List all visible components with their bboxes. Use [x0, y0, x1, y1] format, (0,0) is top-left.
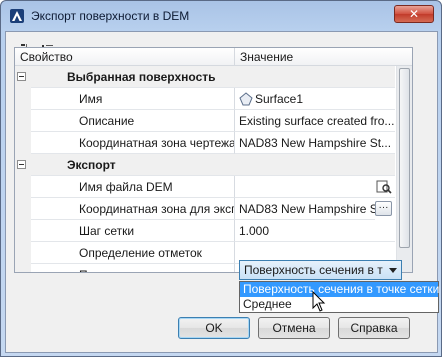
property-value[interactable]: Existing surface created fro...: [235, 110, 395, 132]
property-row-dem-filename[interactable]: Имя файла DEM: [15, 176, 395, 198]
surface-icon: [239, 92, 253, 106]
close-icon: ✕: [408, 7, 420, 21]
property-row-grid-step[interactable]: Шаг сетки 1.000: [15, 220, 395, 242]
row-gutter: [15, 264, 31, 272]
property-row-description[interactable]: Описание Existing surface created fro...: [15, 110, 395, 132]
elevation-dropdown-list: Поверхность сечения в точке сетки Средне…: [239, 281, 439, 313]
property-label: Координатная зона для эксп...: [31, 198, 235, 220]
category-label: Экспорт: [31, 154, 395, 176]
row-gutter: [15, 132, 31, 154]
property-value[interactable]: NAD83 New Hampshire Sta...: [235, 198, 375, 220]
collapse-toggle[interactable]: [17, 72, 26, 81]
property-value[interactable]: [235, 176, 395, 198]
property-value[interactable]: NAD83 New Hampshire St...: [235, 132, 395, 154]
scrollbar-thumb[interactable]: [399, 68, 410, 248]
ellipsis-button[interactable]: ···: [375, 201, 392, 216]
property-label: Имя файла DEM: [31, 176, 235, 198]
collapse-toggle[interactable]: [17, 160, 26, 169]
category-row-selected-surface[interactable]: Выбранная поверхность: [15, 66, 395, 88]
property-label: Координатная зона чертежа: [31, 132, 235, 154]
chevron-down-icon[interactable]: [389, 268, 397, 273]
property-label: Имя: [31, 88, 235, 110]
ok-button[interactable]: OK: [178, 317, 250, 339]
dropdown-option-average[interactable]: Среднее: [240, 297, 438, 312]
window-title: Экспорт поверхности в DEM: [31, 9, 190, 23]
property-grid: Свойство Значение Выбранная поверхность …: [14, 47, 413, 273]
property-row-export-zone[interactable]: Координатная зона для эксп... NAD83 New …: [15, 198, 395, 220]
column-header-property[interactable]: Свойство: [15, 48, 235, 66]
row-gutter: [15, 198, 31, 220]
row-gutter: [15, 242, 31, 264]
help-button[interactable]: Справка: [338, 317, 410, 339]
property-label: Описание: [31, 110, 235, 132]
row-gutter: [15, 110, 31, 132]
property-row-name[interactable]: Имя Surface1: [15, 88, 395, 110]
property-label: Применять пользовательску...: [31, 264, 235, 272]
column-header-value[interactable]: Значение: [235, 48, 412, 66]
property-label: Определение отметок: [31, 242, 235, 264]
row-gutter: [15, 88, 31, 110]
dropdown-option-grid-point[interactable]: Поверхность сечения в точке сетки: [240, 282, 439, 297]
property-label: Шаг сетки: [31, 220, 235, 242]
property-value[interactable]: 1.000: [235, 220, 395, 242]
close-button[interactable]: ✕: [394, 5, 434, 23]
property-value[interactable]: Surface1: [235, 88, 395, 110]
row-gutter: [15, 176, 31, 198]
title-bar[interactable]: Экспорт поверхности в DEM ✕: [1, 1, 441, 31]
autocad-app-icon: [10, 9, 24, 23]
elevation-definition-combo[interactable]: Поверхность сечения в т: [239, 260, 402, 280]
cancel-button[interactable]: Отмена: [258, 317, 330, 339]
mouse-cursor-icon: [312, 291, 326, 312]
row-gutter: [15, 220, 31, 242]
category-label: Выбранная поверхность: [31, 66, 395, 88]
category-row-export[interactable]: Экспорт: [15, 154, 395, 176]
combo-value: Поверхность сечения в т: [244, 263, 383, 277]
browse-icon[interactable]: [376, 180, 392, 194]
property-row-drawing-zone[interactable]: Координатная зона чертежа NAD83 New Hamp…: [15, 132, 395, 154]
ellipsis-icon: ···: [378, 202, 389, 213]
vertical-scrollbar[interactable]: [396, 66, 412, 272]
